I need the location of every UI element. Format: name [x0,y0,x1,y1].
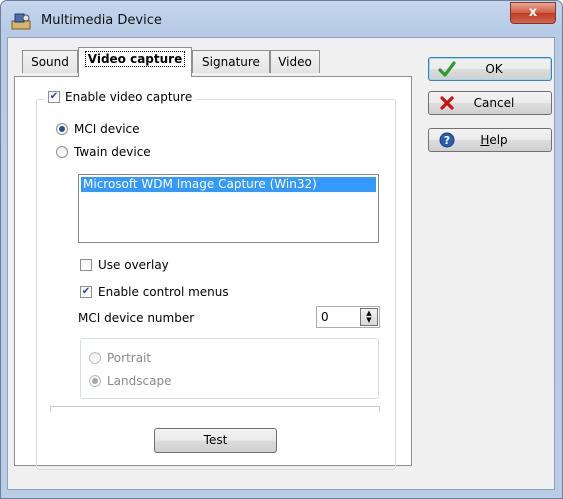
close-button[interactable]: x [510,2,556,24]
multimedia-device-icon [11,13,31,30]
tab-label: Sound [31,55,69,69]
enable-control-menus-label: Enable control menus [98,285,229,299]
red-x-icon [429,95,465,111]
enable-video-capture-label: Enable video capture [65,90,193,104]
ok-label: OK [485,62,503,76]
help-button[interactable]: ? Help [428,128,552,152]
tab-video[interactable]: Video [270,50,320,73]
portrait-radio [89,352,101,364]
device-listbox[interactable]: Microsoft WDM Image Capture (Win32) [78,174,379,243]
portrait-label: Portrait [107,351,152,365]
use-overlay-row[interactable]: Use overlay [80,258,169,272]
checkmark-icon [429,61,465,77]
mci-device-number-label: MCI device number [78,311,195,325]
test-button-label: Test [203,433,228,447]
help-label: Help [465,133,551,147]
close-icon: x [528,5,538,20]
tab-label: Video capture [84,51,186,67]
cancel-label: Cancel [473,96,515,110]
enable-video-capture-row[interactable]: ✔ Enable video capture [44,90,197,104]
spinner-arrows-icon[interactable]: ▲ ▼ [360,308,378,326]
landscape-radio-row: Landscape [89,374,171,388]
mci-device-number-value[interactable]: 0 [321,310,329,324]
mci-device-label: MCI device [74,122,140,136]
mci-device-number-row: MCI device number [78,311,194,325]
mci-device-radio[interactable] [56,123,68,135]
portrait-radio-row: Portrait [89,351,151,365]
tab-video-capture[interactable]: Video capture [78,47,192,77]
tab-sound[interactable]: Sound [22,50,78,73]
help-label-accelerator: H [480,133,490,147]
tab-label: Signature [202,55,260,69]
tab-signature[interactable]: Signature [192,50,270,73]
svg-text:?: ? [444,134,450,147]
separator-line [50,406,380,412]
enable-control-menus-checkbox[interactable]: ✔ [80,286,92,298]
twain-device-radio[interactable] [56,146,68,158]
list-item[interactable]: Microsoft WDM Image Capture (Win32) [81,177,376,192]
window-title: Multimedia Device [41,13,162,28]
use-overlay-label: Use overlay [98,258,169,272]
ok-button[interactable]: OK [428,57,552,81]
cancel-button[interactable]: Cancel [428,91,552,115]
mci-device-radio-row[interactable]: MCI device [56,122,140,136]
mci-device-number-spinner[interactable]: 0 ▲ ▼ [316,306,380,328]
tab-label: Video [278,55,312,69]
question-mark-icon: ? [429,132,465,148]
test-button[interactable]: Test [154,428,277,453]
title-bar: Multimedia Device [1,1,562,41]
twain-device-label: Twain device [74,145,151,159]
enable-control-menus-row[interactable]: ✔ Enable control menus [80,285,229,299]
twain-device-radio-row[interactable]: Twain device [56,145,151,159]
landscape-label: Landscape [107,374,172,388]
help-label-rest: elp [489,133,508,147]
enable-video-capture-checkbox[interactable]: ✔ [48,91,60,103]
orientation-group [80,338,379,399]
landscape-radio [89,375,101,387]
use-overlay-checkbox[interactable] [80,259,92,271]
